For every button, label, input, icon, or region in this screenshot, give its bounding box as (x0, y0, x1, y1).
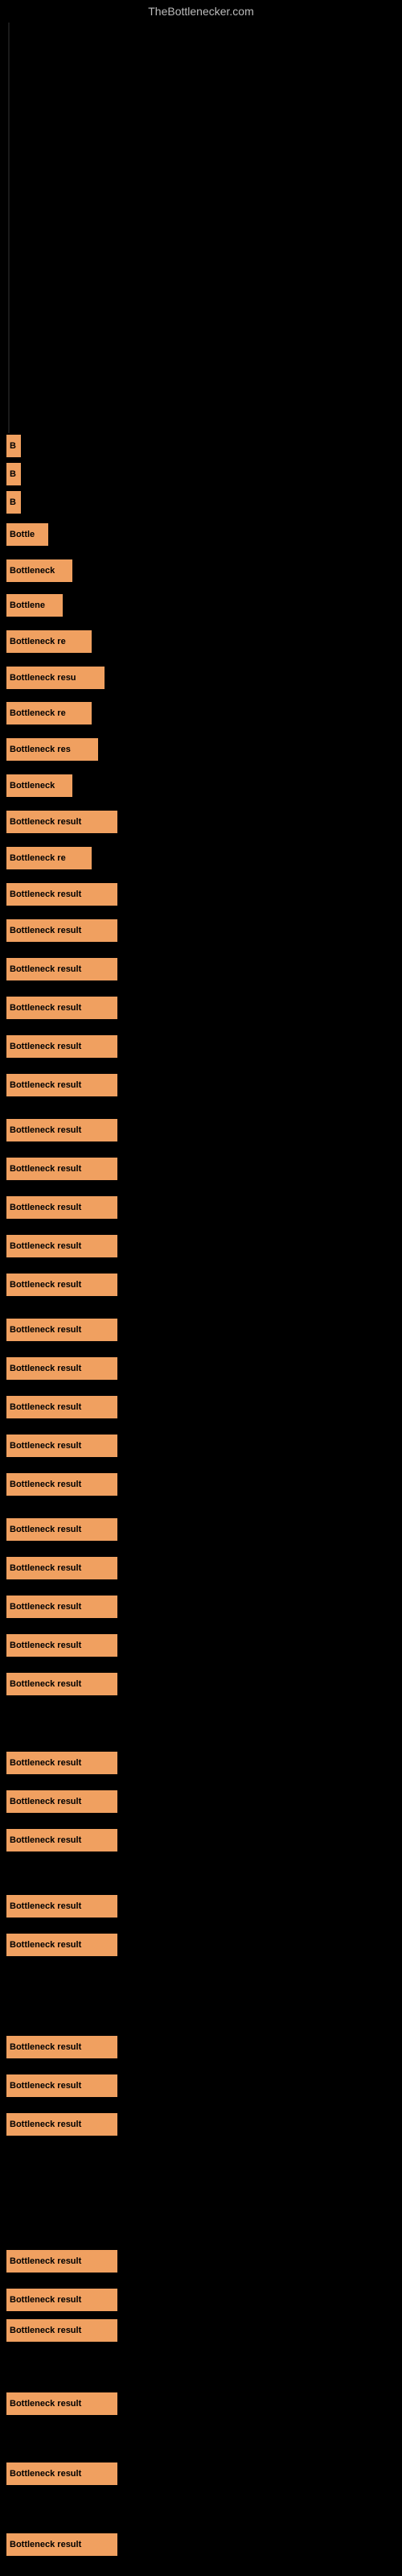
bottleneck-bar: Bottleneck result (6, 1895, 117, 1918)
bottleneck-bar: Bottleneck result (6, 1829, 117, 1852)
bottleneck-bar: Bottleneck re (6, 702, 92, 724)
bottleneck-bar: Bottleneck result (6, 1435, 117, 1457)
bottleneck-bar: Bottleneck res (6, 738, 98, 761)
bottleneck-bar: Bottleneck result (6, 2392, 117, 2415)
bottleneck-bar: Bottle (6, 523, 48, 546)
bottleneck-bar: Bottleneck result (6, 2462, 117, 2485)
bottleneck-bar: Bottleneck result (6, 1473, 117, 1496)
bottleneck-bar: Bottleneck result (6, 919, 117, 942)
bottleneck-bar: Bottleneck result (6, 1396, 117, 1418)
bottleneck-bar: Bottleneck result (6, 2289, 117, 2311)
bottleneck-bar: Bottleneck result (6, 2036, 117, 2058)
bottleneck-bar: Bottleneck (6, 774, 72, 797)
bottleneck-bar: Bottleneck result (6, 1934, 117, 1956)
bottleneck-bar: Bottleneck result (6, 1074, 117, 1096)
bottleneck-bar: Bottleneck result (6, 2319, 117, 2342)
bottleneck-bar: Bottleneck result (6, 1035, 117, 1058)
bottleneck-bar: B (6, 463, 21, 485)
bottleneck-bar: Bottleneck result (6, 1634, 117, 1657)
bottleneck-bar: Bottleneck result (6, 2113, 117, 2136)
bottleneck-bar: Bottleneck result (6, 1119, 117, 1141)
bottleneck-bar: Bottleneck (6, 559, 72, 582)
bottleneck-bar: Bottleneck result (6, 958, 117, 980)
bottleneck-bar: Bottleneck result (6, 2250, 117, 2273)
bottleneck-bar: Bottleneck re (6, 630, 92, 653)
bottleneck-bar: Bottleneck result (6, 811, 117, 833)
bottleneck-bar: Bottleneck result (6, 1319, 117, 1341)
chart-area (0, 23, 402, 433)
bottleneck-bar: Bottleneck result (6, 997, 117, 1019)
bottleneck-bar: Bottleneck result (6, 1274, 117, 1296)
bottleneck-bar: Bottleneck result (6, 1518, 117, 1541)
bottleneck-bar: Bottleneck result (6, 883, 117, 906)
bottleneck-bar: Bottleneck result (6, 1673, 117, 1695)
page-wrapper: TheBottlenecker.com BBBBottleBottleneckB… (0, 0, 402, 2576)
bottleneck-bar: B (6, 491, 21, 514)
bottleneck-bar: Bottleneck result (6, 1596, 117, 1618)
bottleneck-bar: Bottleneck result (6, 2074, 117, 2097)
bottleneck-bar: B (6, 435, 21, 457)
bottleneck-bar: Bottleneck resu (6, 667, 105, 689)
bottleneck-bar: Bottleneck result (6, 1196, 117, 1219)
bottleneck-bar: Bottleneck result (6, 1235, 117, 1257)
bottleneck-bar: Bottleneck result (6, 1557, 117, 1579)
bottleneck-bar: Bottleneck result (6, 1357, 117, 1380)
site-title-bar: TheBottlenecker.com (0, 0, 402, 23)
bottleneck-bar: Bottlene (6, 594, 63, 617)
bottleneck-bar: Bottleneck result (6, 2533, 117, 2556)
site-title: TheBottlenecker.com (148, 5, 254, 18)
bottleneck-bar: Bottleneck result (6, 1158, 117, 1180)
bottleneck-bar: Bottleneck re (6, 847, 92, 869)
bottleneck-bar: Bottleneck result (6, 1752, 117, 1774)
bottleneck-bar: Bottleneck result (6, 1790, 117, 1813)
